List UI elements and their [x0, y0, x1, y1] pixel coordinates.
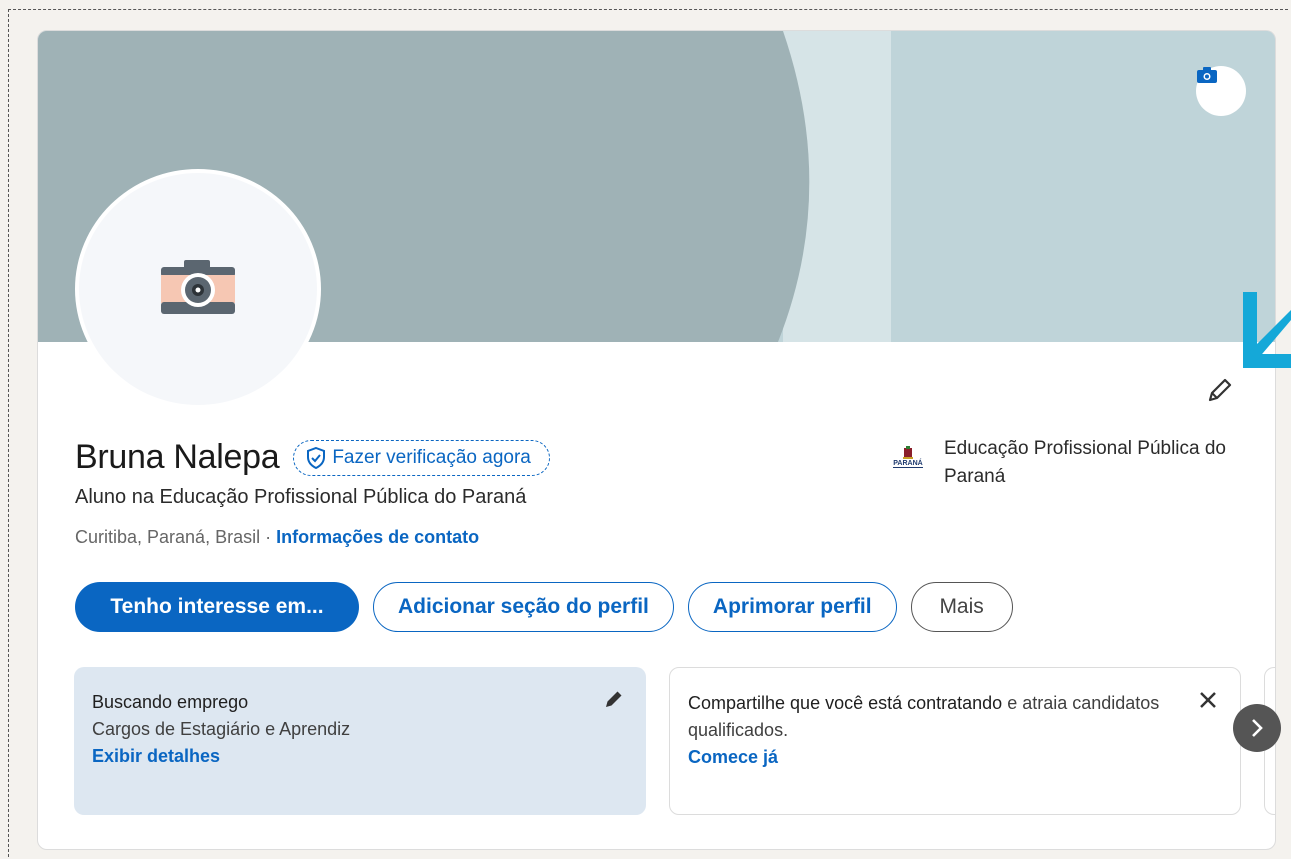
- pencil-icon: [1208, 378, 1232, 402]
- hiring-card-title: Compartilhe que você está contratando: [688, 693, 1003, 713]
- open-to-button[interactable]: Tenho interesse em...: [75, 582, 359, 632]
- profile-photo[interactable]: [75, 169, 321, 409]
- profile-actions: Tenho interesse em... Adicionar seção do…: [75, 582, 1013, 632]
- edit-job-card-button[interactable]: [598, 683, 630, 715]
- hiring-card-text: Compartilhe que você está contratando e …: [688, 690, 1168, 744]
- verify-label: Fazer verificação agora: [332, 446, 531, 468]
- org-logo: PARANÁ: [886, 435, 930, 479]
- job-card-details-link[interactable]: Exibir detalhes: [92, 743, 628, 770]
- hiring-card[interactable]: Compartilhe que você está contratando e …: [669, 667, 1241, 815]
- profile-location: Curitiba, Paraná, Brasil: [75, 527, 261, 547]
- location-row: Curitiba, Paraná, Brasil · Informações d…: [75, 527, 479, 548]
- close-icon: [1200, 692, 1216, 708]
- current-organization[interactable]: PARANÁ Educação Profissional Pública do …: [886, 435, 1244, 491]
- profile-name: Bruna Nalepa: [75, 438, 280, 476]
- profile-card: Bruna Nalepa Fazer verificação agora Alu…: [37, 30, 1276, 850]
- org-logo-text: PARANÁ: [893, 460, 923, 468]
- coat-of-arms-icon: [903, 446, 913, 459]
- profile-headline: Aluno na Educação Profissional Pública d…: [75, 486, 527, 508]
- hiring-card-start-link[interactable]: Comece já: [688, 744, 1222, 771]
- edit-cover-button[interactable]: [1196, 66, 1246, 116]
- location-separator: ·: [260, 527, 277, 547]
- open-to-work-card[interactable]: Buscando emprego Cargos de Estagiário e …: [74, 667, 646, 815]
- name-row: Bruna Nalepa Fazer verificação agora: [75, 438, 550, 477]
- edit-intro-button[interactable]: [1201, 373, 1237, 409]
- camera-placeholder-icon: [161, 260, 235, 314]
- org-name: Educação Profissional Pública do Paraná: [944, 438, 1227, 487]
- enhance-profile-button[interactable]: Aprimorar perfil: [687, 582, 897, 632]
- camera-icon: [1197, 67, 1217, 83]
- add-profile-section-button[interactable]: Adicionar seção do perfil: [373, 582, 674, 632]
- chevron-right-icon: [1252, 719, 1263, 737]
- contact-info-link[interactable]: Informações de contato: [276, 527, 479, 547]
- arrow-down-left-icon: [1243, 292, 1291, 368]
- shield-check-icon: [307, 446, 326, 469]
- verify-button[interactable]: Fazer verificação agora: [293, 439, 550, 476]
- more-button[interactable]: Mais: [910, 582, 1013, 632]
- carousel-next-button[interactable]: [1233, 704, 1281, 752]
- job-card-title: Buscando emprego: [92, 692, 249, 712]
- job-card-subtitle: Cargos de Estagiário e Aprendiz: [92, 719, 351, 739]
- dismiss-hiring-card-button[interactable]: [1192, 684, 1224, 716]
- pencil-icon: [606, 691, 622, 707]
